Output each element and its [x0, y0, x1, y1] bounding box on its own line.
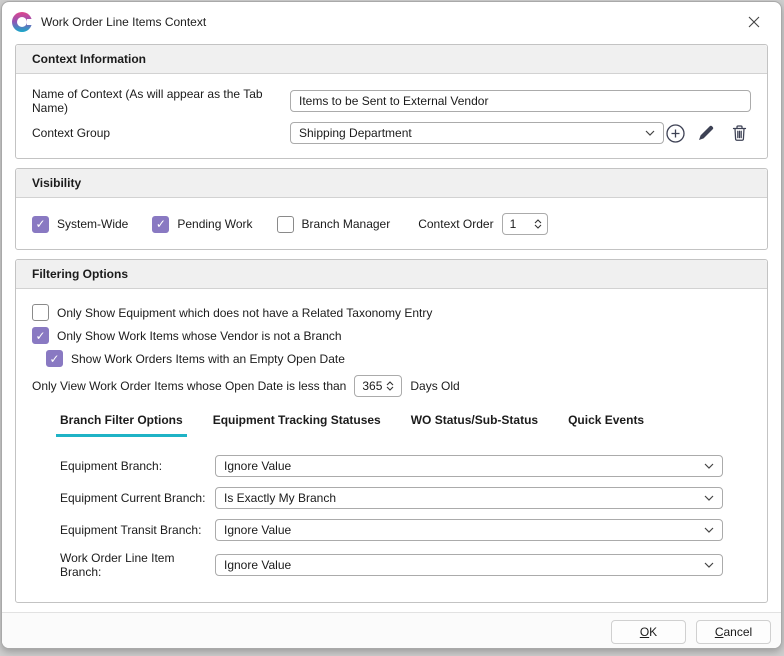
visibility-header: Visibility: [16, 169, 767, 198]
pencil-icon: [697, 124, 715, 142]
context-order-spinner[interactable]: 1: [502, 213, 548, 235]
section-visibility: Visibility System-Wide Pending Work Bran…: [15, 168, 768, 250]
trash-icon: [731, 124, 748, 142]
chevron-down-icon: [704, 527, 714, 533]
context-group-dropdown[interactable]: Shipping Department: [290, 122, 664, 144]
checkbox-system-wide[interactable]: System-Wide: [32, 216, 128, 233]
spinner-arrows-icon: [534, 219, 542, 229]
add-context-group-button[interactable]: [664, 121, 688, 145]
days-old-spinner[interactable]: 365: [354, 375, 402, 397]
equipment-transit-branch-dropdown[interactable]: Ignore Value: [215, 519, 723, 541]
ok-button[interactable]: OK: [611, 620, 686, 644]
chevron-down-icon: [704, 495, 714, 501]
system-wide-checkbox-box: [32, 216, 49, 233]
equipment-current-branch-dropdown[interactable]: Is Exactly My Branch: [215, 487, 723, 509]
system-wide-label: System-Wide: [57, 217, 128, 231]
tab-wo-status-sub-status[interactable]: WO Status/Sub-Status: [407, 413, 542, 437]
section-filtering-options: Filtering Options Only Show Equipment wh…: [15, 259, 768, 603]
pending-work-checkbox-box: [152, 216, 169, 233]
checkbox-branch-manager[interactable]: Branch Manager: [277, 216, 391, 233]
tab-equipment-tracking-statuses[interactable]: Equipment Tracking Statuses: [209, 413, 385, 437]
vendor-checkbox-box: [32, 327, 49, 344]
taxonomy-checkbox-box: [32, 304, 49, 321]
context-group-value: Shipping Department: [299, 126, 639, 140]
section-context-information: Context Information Name of Context (As …: [15, 44, 768, 159]
equipment-transit-branch-label: Equipment Transit Branch:: [60, 523, 215, 537]
chevron-down-icon: [704, 463, 714, 469]
chevron-down-icon: [645, 130, 655, 136]
vendor-label: Only Show Work Items whose Vendor is not…: [57, 329, 342, 343]
work-order-line-item-branch-label: Work Order Line Item Branch:: [60, 551, 215, 579]
open-date-prefix-label: Only View Work Order Items whose Open Da…: [32, 379, 346, 393]
checkbox-taxonomy-entry[interactable]: Only Show Equipment which does not have …: [32, 304, 751, 321]
empty-open-date-label: Show Work Orders Items with an Empty Ope…: [71, 352, 345, 366]
cancel-button-label: Cancel: [715, 625, 752, 639]
dialog-window: Work Order Line Items Context Context In…: [1, 1, 782, 649]
taxonomy-label: Only Show Equipment which does not have …: [57, 306, 432, 320]
filtering-options-header: Filtering Options: [16, 260, 767, 289]
empty-open-date-checkbox-box: [46, 350, 63, 367]
equipment-current-branch-value: Is Exactly My Branch: [224, 491, 698, 505]
pending-work-label: Pending Work: [177, 217, 252, 231]
ok-button-label: OK: [640, 625, 657, 639]
tab-quick-events[interactable]: Quick Events: [564, 413, 648, 437]
app-logo-icon: [12, 12, 32, 32]
equipment-transit-branch-row: Equipment Transit Branch: Ignore Value: [60, 519, 723, 541]
work-order-line-item-branch-value: Ignore Value: [224, 558, 698, 572]
context-order-label: Context Order: [418, 217, 493, 231]
dialog-content: Context Information Name of Context (As …: [2, 42, 781, 612]
equipment-current-branch-label: Equipment Current Branch:: [60, 491, 215, 505]
context-order-value: 1: [510, 217, 530, 231]
cancel-button[interactable]: Cancel: [696, 620, 771, 644]
add-circle-icon: [666, 124, 685, 143]
checkbox-empty-open-date[interactable]: Show Work Orders Items with an Empty Ope…: [46, 350, 751, 367]
context-group-label: Context Group: [32, 126, 290, 140]
filter-tabbar: Branch Filter Options Equipment Tracking…: [56, 413, 751, 437]
equipment-branch-row: Equipment Branch: Ignore Value: [60, 455, 723, 477]
dialog-footer: OK Cancel: [2, 612, 781, 649]
close-button[interactable]: [737, 7, 771, 37]
work-order-line-item-branch-dropdown[interactable]: Ignore Value: [215, 554, 723, 576]
spinner-arrows-icon: [386, 381, 394, 391]
name-of-context-label: Name of Context (As will appear as the T…: [32, 87, 290, 115]
open-date-suffix-label: Days Old: [410, 379, 459, 393]
checkbox-vendor-not-branch[interactable]: Only Show Work Items whose Vendor is not…: [32, 327, 751, 344]
days-old-value: 365: [362, 379, 382, 393]
title-bar: Work Order Line Items Context: [2, 2, 781, 42]
name-of-context-input[interactable]: [290, 90, 751, 112]
equipment-current-branch-row: Equipment Current Branch: Is Exactly My …: [60, 487, 723, 509]
equipment-transit-branch-value: Ignore Value: [224, 523, 698, 537]
equipment-branch-label: Equipment Branch:: [60, 459, 215, 473]
tab-branch-filter-options[interactable]: Branch Filter Options: [56, 413, 187, 437]
branch-manager-checkbox-box: [277, 216, 294, 233]
branch-manager-label: Branch Manager: [302, 217, 391, 231]
equipment-branch-value: Ignore Value: [224, 459, 698, 473]
checkbox-pending-work[interactable]: Pending Work: [152, 216, 252, 233]
equipment-branch-dropdown[interactable]: Ignore Value: [215, 455, 723, 477]
window-title: Work Order Line Items Context: [41, 15, 206, 29]
close-icon: [748, 16, 760, 28]
edit-context-group-button[interactable]: [694, 121, 718, 145]
delete-context-group-button[interactable]: [727, 121, 751, 145]
context-information-header: Context Information: [16, 45, 767, 74]
branch-filter-rows: Equipment Branch: Ignore Value Equipment…: [32, 451, 751, 579]
work-order-line-item-branch-row: Work Order Line Item Branch: Ignore Valu…: [60, 551, 723, 579]
chevron-down-icon: [704, 562, 714, 568]
